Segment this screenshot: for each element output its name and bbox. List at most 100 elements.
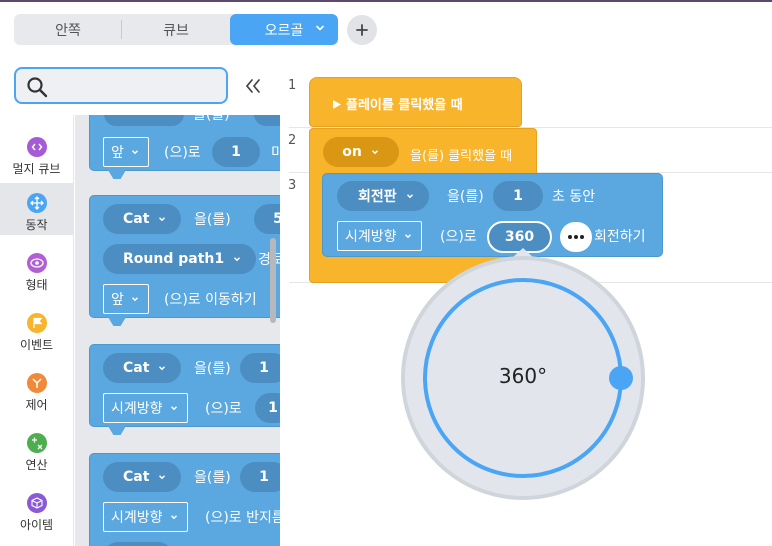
block-text: 초 동안: [552, 189, 596, 205]
block-text: 경로: [258, 252, 280, 268]
block-text: (으)로: [205, 401, 242, 417]
add-tab-button[interactable]: [347, 15, 377, 45]
category-item-events[interactable]: 이벤트: [0, 303, 73, 355]
palette-block-rotate[interactable]: Cat 을(를) 1 시계방향 (으)로 1: [89, 344, 280, 435]
tab-bar: 안쪽 큐브 오르골: [14, 14, 338, 45]
path-dropdown[interactable]: Round path1: [103, 244, 257, 274]
direction-dropdown[interactable]: 시계방향: [337, 221, 422, 251]
category-label: 멀지 큐브: [12, 162, 61, 176]
cube-icon: [26, 493, 47, 513]
play-icon: [333, 100, 341, 109]
palette-block-path[interactable]: Cat 을(를) 5 Round path1 경로 앞 (으)로 이동하기: [89, 195, 280, 326]
category-list: 멀지 큐브 동작 형태 이벤트 제어 연산 아이템: [0, 115, 74, 546]
category-label: 형태: [25, 278, 48, 292]
number-input[interactable]: 1: [255, 393, 280, 423]
number-input[interactable]: 1: [240, 353, 280, 383]
angle-dial[interactable]: 360°: [401, 256, 645, 500]
window-top-border: [0, 0, 772, 2]
double-chevron-left-icon[interactable]: [243, 76, 263, 96]
chevron-down-icon: [371, 150, 378, 155]
direction-dropdown[interactable]: 앞: [103, 284, 149, 314]
dial-value: 360°: [498, 364, 548, 388]
category-item-motion[interactable]: 동작: [0, 183, 73, 235]
object-dropdown[interactable]: on: [323, 137, 399, 167]
eye-icon: [26, 253, 47, 273]
move-icon: [26, 193, 47, 213]
block-text: 미: [271, 145, 280, 161]
category-item-looks[interactable]: 형태: [0, 243, 73, 295]
block-text: 을(를): [193, 115, 230, 123]
search-icon: [27, 77, 48, 98]
object-dropdown[interactable]: [104, 115, 184, 126]
block-notch: [108, 170, 126, 179]
when-play-clicked-block[interactable]: 플레이를 클릭했을 때: [309, 77, 522, 127]
row-number: 2: [288, 133, 297, 148]
object-dropdown[interactable]: Cat: [103, 462, 182, 492]
tab-label: 오르골: [264, 22, 304, 39]
plus-icon: [356, 24, 368, 36]
chevron-down-icon: [159, 217, 166, 222]
block-text: (으)로: [164, 145, 201, 161]
direction-dropdown[interactable]: 앞: [103, 137, 149, 167]
block-text: 을(를) 클릭했을 때: [410, 149, 513, 164]
palette-scrollbar[interactable]: [270, 238, 276, 323]
row-number: 3: [288, 178, 297, 193]
category-label: 이벤트: [19, 338, 54, 352]
block-text: 을(를): [194, 470, 231, 486]
search-input[interactable]: [14, 67, 228, 104]
direction-dropdown[interactable]: 시계방향: [103, 502, 188, 532]
number-input[interactable]: [254, 115, 280, 126]
tab-cube[interactable]: 큐브: [122, 14, 230, 45]
palette-block-move[interactable]: 을(를) 앞 (으)로 1 미: [89, 115, 280, 179]
tab-label: 큐브: [163, 22, 189, 39]
block-palette: 을(를) 앞 (으)로 1 미 Cat 을(를) 5 Round path1 경…: [75, 115, 280, 546]
block-notch: [108, 426, 126, 435]
block-text: (으)로 이동하기: [164, 292, 257, 308]
category-item-merge-cube[interactable]: 멀지 큐브: [0, 127, 73, 179]
tab-music-box[interactable]: 오르골: [230, 14, 338, 45]
rotate-block[interactable]: 회전판 을(를) 1 초 동안 시계방향 (으)로 360 회전하기: [322, 173, 663, 257]
category-item-items[interactable]: 아이템: [0, 483, 73, 535]
palette-block-orbit[interactable]: Cat 을(를) 1 시계방향 (으)로 반지름: [89, 453, 280, 546]
object-dropdown[interactable]: Cat: [103, 204, 182, 234]
more-dots-icon: [568, 235, 584, 239]
block-text: (으)로: [440, 229, 477, 245]
chevron-down-icon: [406, 194, 413, 199]
category-label: 제어: [25, 398, 48, 412]
direction-dropdown[interactable]: 시계방향: [103, 393, 188, 423]
chevron-down-icon[interactable]: [314, 22, 326, 34]
category-item-control[interactable]: 제어: [0, 363, 73, 415]
chevron-down-icon: [170, 515, 177, 520]
more-button[interactable]: [560, 222, 592, 252]
branch-icon: [26, 373, 47, 393]
category-label: 동작: [25, 218, 48, 232]
block-text: 을(를): [447, 189, 484, 205]
block-text: 회전하기: [594, 229, 646, 245]
object-dropdown[interactable]: [103, 542, 173, 546]
angle-input[interactable]: 360: [487, 221, 552, 253]
chevron-down-icon: [159, 475, 166, 480]
object-dropdown[interactable]: 회전판: [337, 181, 429, 211]
chevron-down-icon: [159, 366, 166, 371]
number-input[interactable]: 1: [212, 137, 260, 167]
block-notch: [108, 317, 126, 326]
number-input[interactable]: 1: [240, 462, 280, 492]
seconds-input[interactable]: 1: [493, 181, 543, 211]
chevron-down-icon: [131, 297, 138, 302]
number-input[interactable]: 5: [254, 204, 280, 234]
chevron-down-icon: [131, 150, 138, 155]
category-label: 아이템: [19, 518, 54, 532]
flag-icon: [26, 313, 47, 333]
category-label: 연산: [25, 458, 48, 472]
chevron-down-icon: [234, 257, 241, 262]
operator-icon: [26, 433, 47, 453]
category-item-operators[interactable]: 연산: [0, 423, 73, 475]
block-text: 을(를): [194, 212, 231, 228]
hat-title: 플레이를 클릭했을 때: [332, 94, 463, 113]
object-dropdown[interactable]: Cat: [103, 353, 182, 383]
code-icon: [26, 137, 47, 157]
block-text: (으)로 반지름: [205, 510, 280, 526]
chevron-down-icon: [404, 234, 411, 239]
chevron-down-icon: [170, 406, 177, 411]
tab-inside[interactable]: 안쪽: [14, 14, 122, 45]
